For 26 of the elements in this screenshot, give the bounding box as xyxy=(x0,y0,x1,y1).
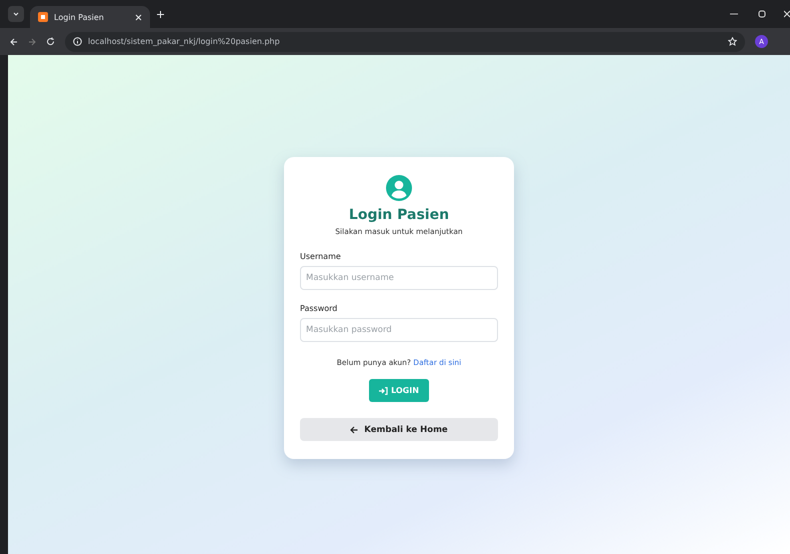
browser-tab[interactable]: Login Pasien xyxy=(30,6,150,28)
tab-list-button[interactable] xyxy=(8,6,24,22)
tab-title: Login Pasien xyxy=(54,12,105,22)
back-arrow-icon[interactable] xyxy=(10,38,18,46)
minimize-icon[interactable] xyxy=(730,13,738,15)
user-avatar-icon xyxy=(386,175,412,201)
field-label: Password xyxy=(300,304,338,313)
plus-icon[interactable] xyxy=(156,10,165,18)
info-icon xyxy=(73,37,82,46)
forward-arrow-icon[interactable] xyxy=(28,38,36,46)
input-field[interactable]: Masukkan password xyxy=(300,318,498,342)
field-label: Username xyxy=(300,252,342,261)
left-arrow-icon xyxy=(350,426,358,434)
sign-in-icon xyxy=(379,386,388,394)
close-icon[interactable] xyxy=(135,14,142,20)
input-field[interactable]: Masukkan username xyxy=(300,266,498,290)
card-title: Login Pasien xyxy=(348,207,450,223)
address-bar[interactable]: localhost/sistem_pakar_nkj/login%20pasien.php xyxy=(65,32,745,52)
reload-icon[interactable] xyxy=(46,37,55,46)
back-home-button[interactable]: Kembali ke Home xyxy=(300,418,498,441)
site-favicon-icon xyxy=(38,12,48,22)
star-icon[interactable] xyxy=(728,37,737,46)
close-icon[interactable] xyxy=(784,10,790,18)
chevron-down-icon xyxy=(12,10,20,18)
restore-icon[interactable] xyxy=(758,10,766,18)
url-text: localhost/sistem_pakar_nkj/login%20pasien.php xyxy=(88,37,281,46)
